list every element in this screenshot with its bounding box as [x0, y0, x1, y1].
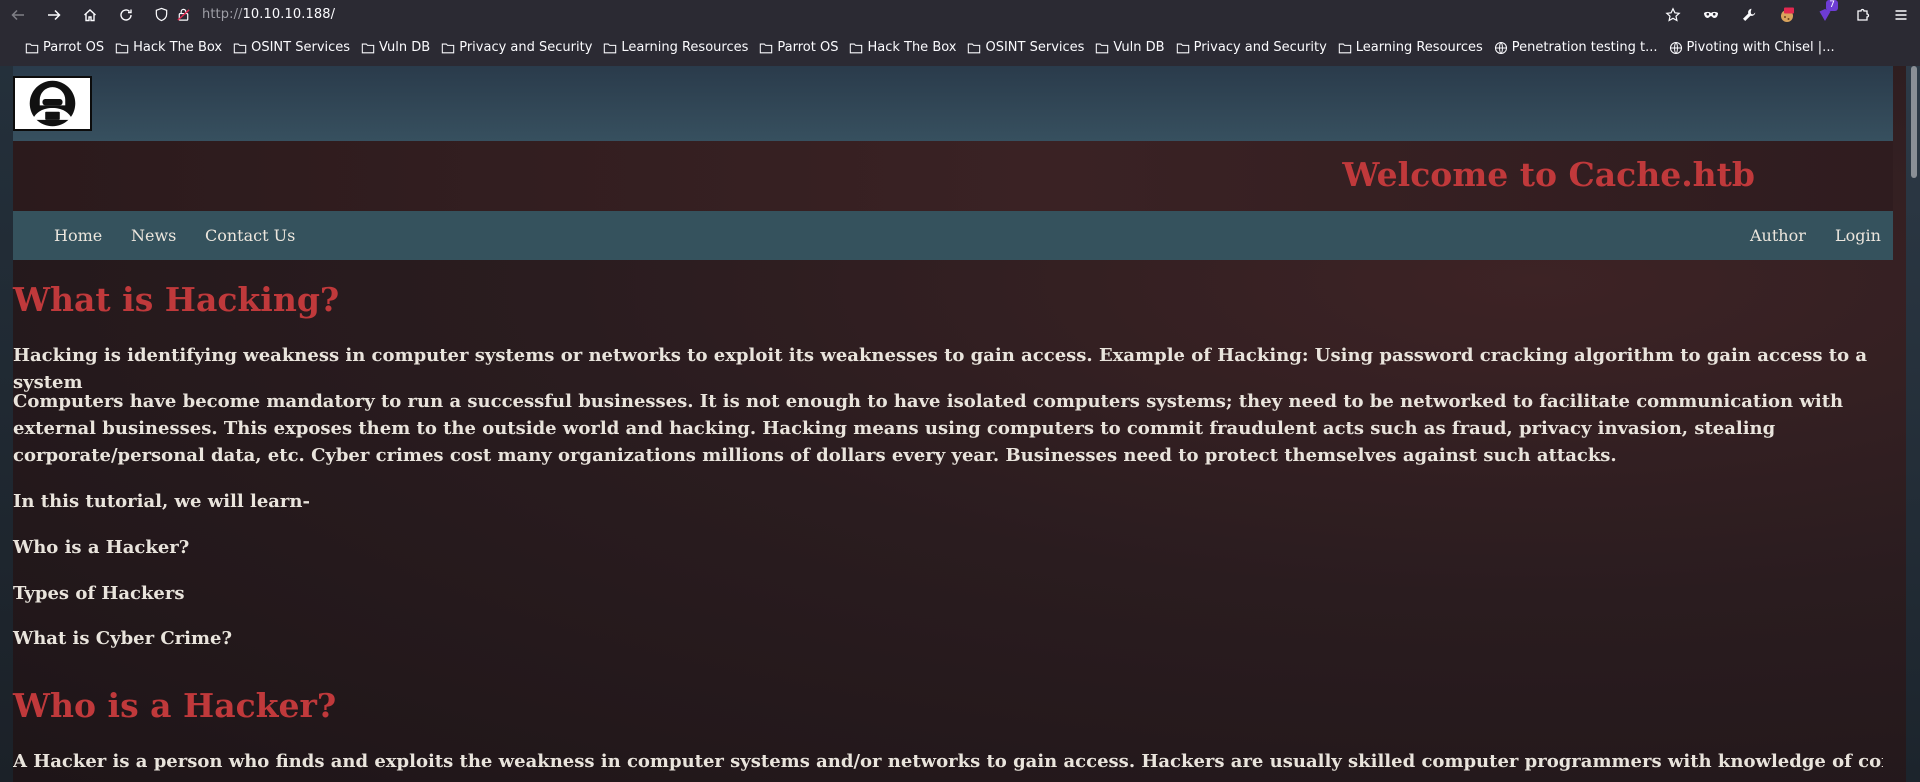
- bookmark-item[interactable]: Parrot OS: [753, 34, 842, 62]
- folder-icon: [115, 43, 129, 53]
- reload-icon: [120, 8, 132, 21]
- folder-icon: [1096, 43, 1109, 53]
- extensions-button[interactable]: [1844, 0, 1882, 29]
- page-viewport: Welcome to Cache.htb Home News Contact U…: [0, 66, 1920, 782]
- bookmark-label: Learning Resources: [1355, 40, 1483, 55]
- home-button[interactable]: [72, 0, 108, 29]
- bookmark-label: OSINT Services: [985, 40, 1085, 55]
- extension-badge-button[interactable]: 7: [1806, 0, 1844, 29]
- page-left-edge: [0, 66, 13, 782]
- bookmark-label: Parrot OS: [43, 40, 105, 55]
- private-mask-button[interactable]: [1692, 0, 1730, 29]
- puzzle-icon: [1857, 8, 1870, 21]
- heading-what-is-hacking: What is Hacking?: [13, 280, 340, 319]
- folder-icon: [760, 43, 773, 53]
- bookmark-item[interactable]: Learning Resources: [1332, 34, 1487, 62]
- bookmark-item[interactable]: Parrot OS: [19, 34, 108, 62]
- reload-button[interactable]: [108, 0, 144, 29]
- bookmark-item[interactable]: Pivoting with Chisel |...: [1663, 34, 1839, 62]
- shield-icon[interactable]: [150, 7, 172, 23]
- forward-button[interactable]: [36, 0, 72, 29]
- paragraph: Who is a Hacker?: [13, 537, 190, 558]
- bookmark-label: Vuln DB: [1113, 40, 1165, 55]
- bookmark-item[interactable]: Privacy and Security: [435, 34, 596, 62]
- paragraph: A Hacker is a person who finds and explo…: [13, 751, 1883, 772]
- bookmark-label: Privacy and Security: [1193, 40, 1327, 55]
- folder-icon: [850, 43, 863, 53]
- mask-icon: [1704, 11, 1718, 18]
- bookmark-item[interactable]: Vuln DB: [1089, 34, 1168, 62]
- folder-icon: [1338, 43, 1351, 53]
- bookmark-label: Penetration testing t...: [1511, 40, 1658, 55]
- heading-who-is-a-hacker: Who is a Hacker?: [13, 686, 337, 725]
- wrench-icon: [1743, 8, 1756, 21]
- folder-icon: [233, 43, 247, 53]
- bookmark-label: Privacy and Security: [459, 40, 593, 55]
- folder-icon: [604, 43, 617, 53]
- folder-icon: [442, 43, 455, 53]
- cookie-icon: [1781, 7, 1794, 22]
- bookmark-label: Vuln DB: [379, 40, 431, 55]
- bookmark-item[interactable]: Hack The Box: [109, 34, 226, 62]
- bookmark-item[interactable]: Privacy and Security: [1170, 34, 1331, 62]
- bookmark-star-button[interactable]: [1654, 0, 1692, 29]
- bookmark-label: OSINT Services: [251, 40, 351, 55]
- url-text[interactable]: http://10.10.10.188/: [202, 7, 335, 22]
- bookmark-item[interactable]: Penetration testing t...: [1488, 34, 1662, 62]
- paragraph: Types of Hackers: [13, 583, 185, 604]
- nav-news[interactable]: News: [131, 211, 176, 260]
- globe-icon: [1669, 41, 1682, 54]
- hacker-logo-icon[interactable]: [13, 76, 92, 131]
- bookmark-item[interactable]: OSINT Services: [227, 34, 354, 62]
- bookmark-label: Pivoting with Chisel |...: [1686, 40, 1835, 55]
- bookmark-label: Parrot OS: [777, 40, 839, 55]
- star-icon: [1665, 6, 1681, 22]
- bookmark-label: Learning Resources: [621, 40, 749, 55]
- extension-cookie-button[interactable]: [1768, 0, 1806, 29]
- url-bar[interactable]: http://10.10.10.188/: [150, 0, 335, 29]
- bookmarks-bar: Parrot OS Hack The Box OSINT Services Vu…: [0, 29, 1920, 66]
- site-banner: Welcome to Cache.htb: [13, 141, 1893, 211]
- scrollbar-thumb[interactable]: [1911, 66, 1917, 178]
- site-title: Welcome to Cache.htb: [1342, 155, 1755, 194]
- bookmark-item[interactable]: Learning Resources: [597, 34, 752, 62]
- menu-button[interactable]: [1882, 0, 1920, 29]
- hamburger-menu-icon: [1895, 9, 1907, 20]
- paragraph: What is Cyber Crime?: [13, 628, 233, 649]
- nav-contact-us[interactable]: Contact Us: [205, 211, 295, 260]
- bookmark-label: Hack The Box: [867, 40, 957, 55]
- bookmark-item[interactable]: Hack The Box: [843, 34, 960, 62]
- nav-home[interactable]: Home: [54, 211, 102, 260]
- insecure-lock-icon[interactable]: [172, 7, 194, 23]
- url-protocol: http://: [202, 7, 243, 22]
- extension-badge-count: 7: [1826, 0, 1838, 11]
- nav-login[interactable]: Login: [1835, 211, 1881, 260]
- paragraph: In this tutorial, we will learn-: [13, 491, 310, 512]
- nav-author[interactable]: Author: [1750, 211, 1806, 260]
- tools-button[interactable]: [1730, 0, 1768, 29]
- back-button[interactable]: [0, 0, 36, 29]
- globe-icon: [1494, 41, 1507, 54]
- browser-toolbar: http://10.10.10.188/ 7: [0, 0, 1920, 29]
- bookmark-item[interactable]: Vuln DB: [355, 34, 434, 62]
- paragraph: Computers have become mandatory to run a…: [13, 391, 1844, 466]
- bookmark-label: Hack The Box: [133, 40, 223, 55]
- folder-icon: [1176, 43, 1189, 53]
- home-icon: [84, 8, 96, 21]
- site-header-top: [13, 66, 1893, 141]
- arrow-left-icon: [11, 9, 24, 20]
- site-navbar: Home News Contact Us Author Login: [13, 211, 1893, 260]
- toolbar-right: 7: [1654, 0, 1920, 29]
- url-host: 10.10.10.188/: [242, 7, 336, 22]
- arrow-right-icon: [48, 9, 61, 20]
- folder-icon: [25, 43, 39, 53]
- page-scrollbar[interactable]: [1906, 66, 1920, 782]
- folder-icon: [361, 43, 375, 53]
- bookmark-item[interactable]: OSINT Services: [961, 34, 1088, 62]
- folder-icon: [968, 43, 981, 53]
